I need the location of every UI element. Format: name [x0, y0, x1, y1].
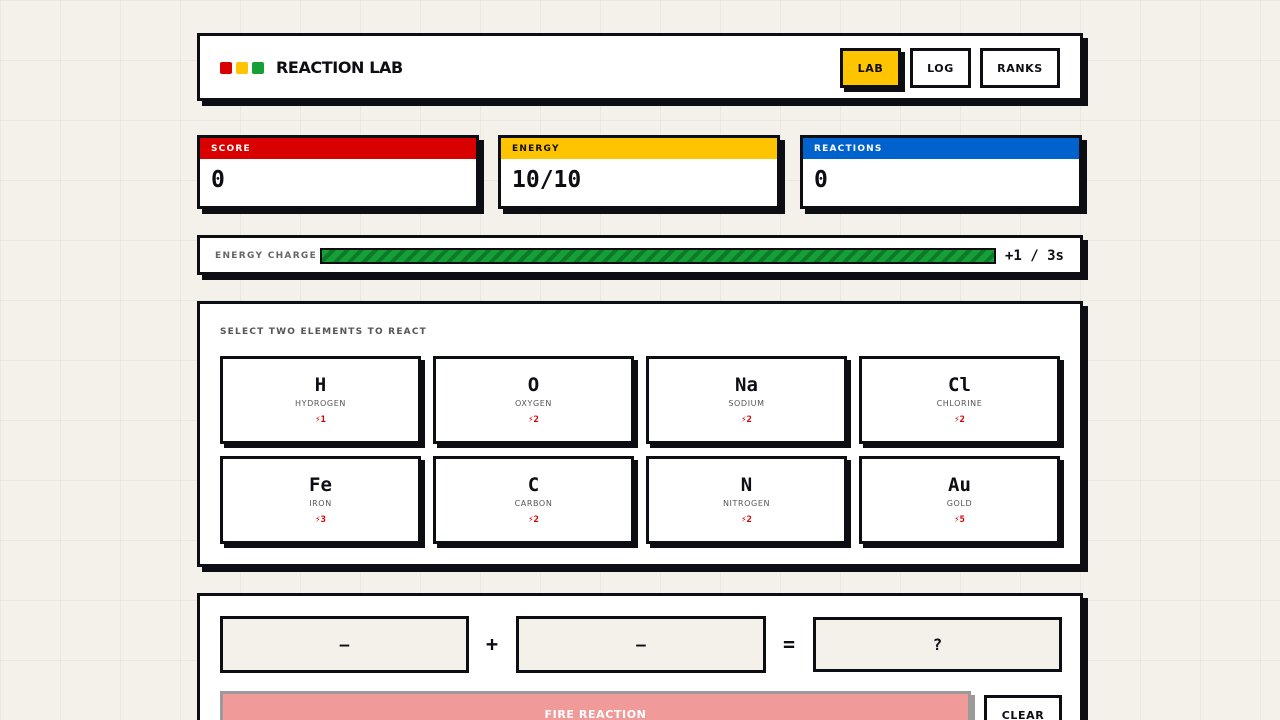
equals-sign: =: [783, 632, 796, 656]
element-symbol: H: [314, 374, 327, 396]
energy-charge-rate: +1 / 3s: [1004, 248, 1064, 264]
element-symbol: N: [740, 474, 753, 496]
score-label: SCORE: [200, 138, 476, 159]
red-dot-icon: [220, 62, 232, 74]
plus-sign: +: [486, 632, 499, 656]
energy-value: 10/10: [512, 167, 582, 193]
energy-charge-label: ENERGY CHARGE: [215, 251, 318, 261]
element-cost: ⚡1: [315, 415, 326, 425]
energy-card: ENERGY 10/10: [498, 135, 780, 209]
element-panel-title: SELECT TWO ELEMENTS TO REACT: [220, 327, 427, 337]
element-card-au[interactable]: Au GOLD ⚡5: [859, 456, 1060, 544]
element-cost: ⚡5: [954, 515, 965, 525]
element-name: CARBON: [514, 499, 553, 508]
result-slot: ?: [813, 617, 1062, 672]
reactant-slot-b[interactable]: —: [516, 616, 766, 673]
energy-charge-fill: [322, 250, 994, 262]
element-card-na[interactable]: Na SODIUM ⚡2: [646, 356, 847, 444]
nav-lab-button[interactable]: LAB: [840, 48, 901, 88]
element-symbol: Fe: [309, 474, 332, 496]
yellow-dot-icon: [236, 62, 248, 74]
element-cost: ⚡2: [528, 515, 539, 525]
element-symbol: Cl: [948, 374, 971, 396]
element-name: HYDROGEN: [295, 399, 346, 408]
element-name: GOLD: [946, 499, 973, 508]
window-dots: [220, 62, 264, 74]
energy-charge-panel: ENERGY CHARGE +1 / 3s: [197, 235, 1083, 275]
score-value: 0: [211, 167, 225, 193]
nav-log-button[interactable]: LOG: [910, 48, 971, 88]
energy-charge-bar: [320, 248, 996, 264]
score-card: SCORE 0: [197, 135, 479, 209]
element-symbol: C: [527, 474, 540, 496]
element-grid: H HYDROGEN ⚡1 O OXYGEN ⚡2 Na SODIUM ⚡2 C…: [220, 356, 1060, 544]
element-symbol: Na: [735, 374, 758, 396]
element-cost: ⚡3: [315, 515, 326, 525]
main-nav: LAB LOG RANKS: [840, 48, 1060, 88]
green-dot-icon: [252, 62, 264, 74]
element-card-c[interactable]: C CARBON ⚡2: [433, 456, 634, 544]
app-header: REACTION LAB LAB LOG RANKS: [197, 33, 1083, 101]
reactions-card: REACTIONS 0: [800, 135, 1082, 209]
element-cost: ⚡2: [741, 415, 752, 425]
element-cost: ⚡2: [741, 515, 752, 525]
element-cost: ⚡2: [954, 415, 965, 425]
element-card-h[interactable]: H HYDROGEN ⚡1: [220, 356, 421, 444]
element-symbol: Au: [948, 474, 971, 496]
nav-ranks-button[interactable]: RANKS: [980, 48, 1060, 88]
element-name: SODIUM: [728, 399, 765, 408]
element-name: NITROGEN: [722, 499, 771, 508]
reaction-panel: — + — = ? FIRE REACTION CLEAR: [197, 593, 1083, 720]
element-cost: ⚡2: [528, 415, 539, 425]
element-symbol: O: [527, 374, 540, 396]
element-card-o[interactable]: O OXYGEN ⚡2: [433, 356, 634, 444]
element-panel: SELECT TWO ELEMENTS TO REACT H HYDROGEN …: [197, 301, 1083, 567]
element-card-n[interactable]: N NITROGEN ⚡2: [646, 456, 847, 544]
app-title: REACTION LAB: [276, 58, 403, 77]
element-card-cl[interactable]: Cl CHLORINE ⚡2: [859, 356, 1060, 444]
clear-button[interactable]: CLEAR: [984, 695, 1062, 720]
reactions-value: 0: [814, 167, 828, 193]
element-name: CHLORINE: [936, 399, 983, 408]
reactant-slot-a[interactable]: —: [220, 616, 469, 673]
fire-reaction-button[interactable]: FIRE REACTION: [220, 691, 971, 720]
energy-label: ENERGY: [501, 138, 777, 159]
reactions-label: REACTIONS: [803, 138, 1079, 159]
element-name: OXYGEN: [515, 399, 552, 408]
element-card-fe[interactable]: Fe IRON ⚡3: [220, 456, 421, 544]
element-name: IRON: [309, 499, 332, 508]
